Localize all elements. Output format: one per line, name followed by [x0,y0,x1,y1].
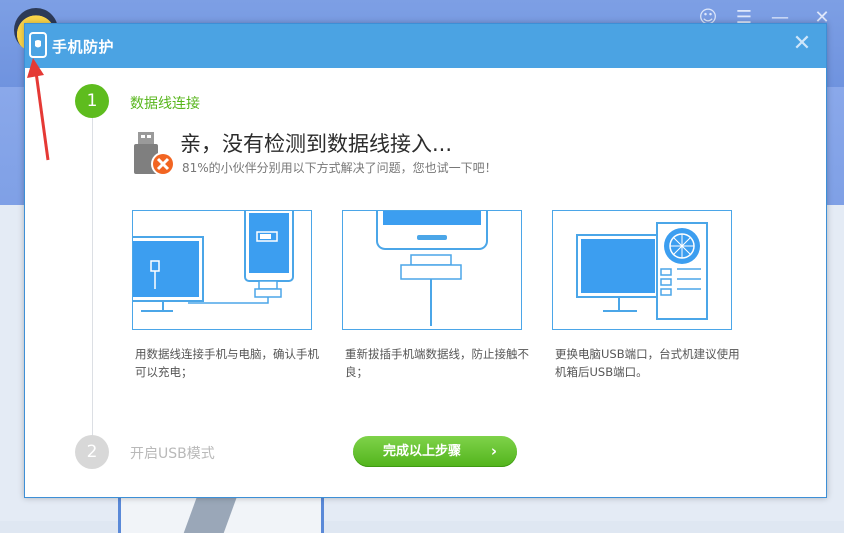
tip-caption-3: 更换电脑USB端口，台式机建议使用机箱后USB端口。 [555,347,740,379]
phone-protection-dialog: 手机防护 ✕ 1 数据线连接 亲，没有检测到数据线接入... 81%的小伙伴分别… [24,23,827,498]
headline: 亲，没有检测到数据线接入... [180,132,453,156]
laptop-phone-illustration [133,211,294,312]
tip-card-change-port [552,210,732,330]
complete-steps-label: 完成以上步骤 [383,444,462,459]
chevron-right-icon: › [490,442,497,460]
subline: 81%的小伙伴分别用以下方式解决了问题，您也试一下吧！ [182,161,497,175]
close-icon[interactable]: ✕ [792,33,812,55]
tip-card-connect-cable [132,210,312,330]
desktop-illustration [576,222,708,320]
complete-steps-button[interactable]: 完成以上步骤 › [353,436,517,467]
tip-card-replug [342,210,522,330]
step-2-title: 开启USB模式 [130,446,215,462]
dialog-titlebar: 手机防护 ✕ [25,24,826,68]
step-1-badge: 1 [75,84,109,118]
usb-disconnected-icon [134,132,175,176]
annotation-arrow [27,58,50,161]
step-1-title: 数据线连接 [130,96,200,112]
step-timeline [92,102,93,457]
replug-illustration [376,211,488,326]
tip-caption-2: 重新拔插手机端数据线，防止接触不良； [345,347,529,379]
step-2-badge: 2 [75,435,109,469]
tip-caption-1: 用数据线连接手机与电脑，确认手机可以充电； [135,347,319,379]
